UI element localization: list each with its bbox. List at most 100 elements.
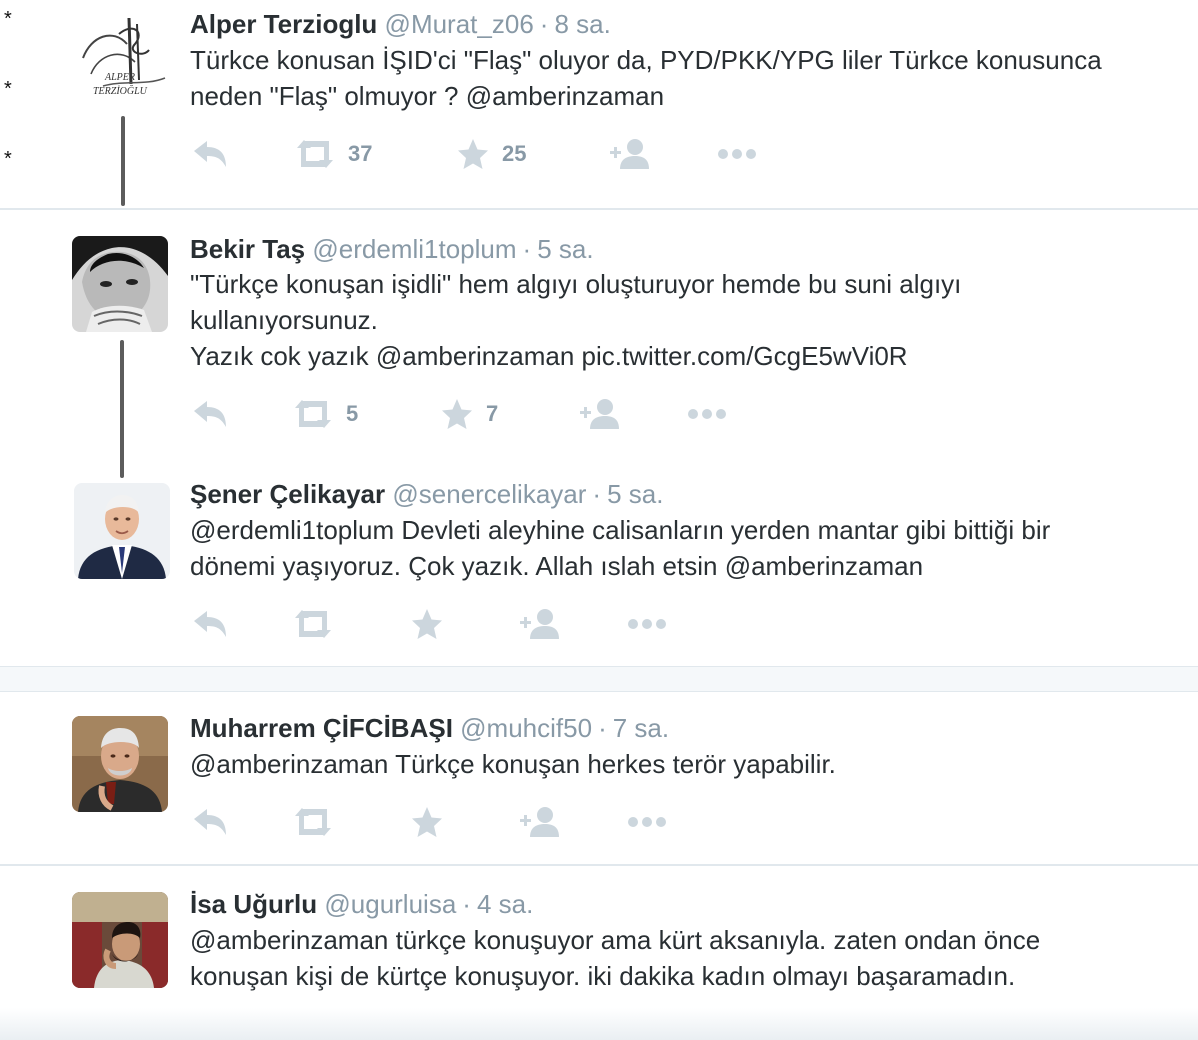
favorite-button[interactable]: 25 — [456, 134, 526, 174]
tweet-text: Türkce konusan İŞID'ci "Flaş" oluyor da,… — [190, 42, 1185, 114]
star-icon — [412, 609, 442, 639]
svg-text:ALPER: ALPER — [104, 72, 135, 83]
follow-button[interactable] — [608, 134, 650, 174]
more-button[interactable] — [686, 394, 728, 434]
retweet-count: 37 — [348, 141, 373, 166]
retweet-count: 5 — [346, 401, 359, 426]
follow-button[interactable] — [578, 394, 620, 434]
display-name[interactable]: Alper Terzioglu — [190, 9, 377, 39]
tweet-header: İsa Uğurlu @ugurluisa · 4 sa. — [190, 889, 534, 919]
retweet-button[interactable] — [292, 802, 346, 842]
tweet-header: Şener Çelikayar @senercelikayar · 5 sa. — [190, 479, 664, 509]
user-photo-avatar — [72, 716, 168, 812]
user-photo-avatar — [74, 483, 170, 579]
display-name[interactable]: İsa Uğurlu — [190, 889, 317, 919]
retweet-button[interactable]: 37 — [294, 134, 372, 174]
reply-button[interactable] — [190, 802, 230, 842]
star-icon — [442, 399, 472, 429]
display-name[interactable]: Şener Çelikayar — [190, 479, 385, 509]
user-photo-avatar — [72, 892, 168, 988]
timestamp[interactable]: 5 sa. — [537, 234, 593, 264]
retweet-button[interactable]: 5 — [292, 394, 358, 434]
follow-user-icon — [610, 139, 649, 169]
more-button[interactable] — [626, 604, 668, 644]
user-photo-avatar — [72, 236, 168, 332]
retweet-icon — [295, 808, 331, 836]
tweet-text-line: @erdemli1toplum Devleti aleyhine calisan… — [190, 515, 1051, 545]
timestamp[interactable]: 4 sa. — [477, 889, 533, 919]
margin-asterisk: * — [4, 148, 12, 170]
follow-user-icon — [520, 807, 559, 837]
favorite-button[interactable] — [410, 802, 456, 842]
margin-asterisk: * — [4, 8, 12, 30]
reply-icon — [194, 809, 226, 835]
follow-user-icon — [520, 609, 559, 639]
tweet-text-line: neden "Flaş" olmuyor ? @amberinzaman — [190, 81, 665, 111]
more-dots-icon — [628, 817, 666, 827]
reply-button[interactable] — [190, 394, 230, 434]
reply-icon — [194, 401, 226, 427]
more-button[interactable] — [626, 802, 668, 842]
tweet-text: "Türkçe konuşan işidli" hem algıyı oluşt… — [190, 266, 1185, 374]
tweet-separator — [0, 208, 1198, 210]
star-icon — [412, 807, 442, 837]
retweet-icon — [295, 400, 331, 428]
user-handle[interactable]: @senercelikayar — [392, 479, 586, 509]
reply-icon — [194, 611, 226, 637]
favorite-count: 7 — [486, 401, 499, 426]
avatar[interactable] — [74, 483, 170, 579]
bottom-fade — [0, 1008, 1198, 1040]
tweet-text: @erdemli1toplum Devleti aleyhine calisan… — [190, 512, 1185, 584]
tweet-text-line: "Türkçe konuşan işidli" hem algıyı oluşt… — [190, 269, 962, 299]
avatar[interactable] — [72, 716, 168, 812]
follow-user-icon — [580, 399, 619, 429]
more-dots-icon — [628, 619, 666, 629]
timestamp[interactable]: 5 sa. — [607, 479, 663, 509]
user-handle[interactable]: @Murat_z06 — [385, 9, 534, 39]
margin-asterisk: * — [4, 78, 12, 100]
retweet-icon — [295, 610, 331, 638]
thread-line — [120, 340, 124, 478]
calligraphy-logo-avatar: ALPER TERZİOĞLU — [73, 14, 169, 110]
timestamp[interactable]: 7 sa. — [613, 713, 669, 743]
thread-line — [121, 116, 125, 206]
tweet-header: Muharrem ÇİFCİBAŞI @muhcif50 · 7 sa. — [190, 713, 670, 743]
tweet-header: Alper Terzioglu @Murat_z06 · 8 sa. — [190, 9, 611, 39]
user-handle[interactable]: @erdemli1toplum — [312, 234, 516, 264]
tweet-text-line: konuşan kişi de kürtçe konuşuyor. iki da… — [190, 961, 1016, 991]
reply-button[interactable] — [190, 134, 230, 174]
tweet-text-line: kullanıyorsunuz. — [190, 305, 378, 335]
display-name[interactable]: Muharrem ÇİFCİBAŞI — [190, 713, 453, 743]
avatar[interactable] — [72, 892, 168, 988]
user-handle[interactable]: @muhcif50 — [460, 713, 592, 743]
more-dots-icon — [688, 409, 726, 419]
retweet-icon — [297, 140, 333, 168]
tweet-header: Bekir Taş @erdemli1toplum · 5 sa. — [190, 234, 594, 264]
reply-icon — [194, 141, 226, 167]
tweet-text-line: Türkce konusan İŞID'ci "Flaş" oluyor da,… — [190, 45, 1102, 75]
tweet-text-line: Yazık cok yazık @amberinzaman pic.twitte… — [190, 341, 908, 371]
tweet-text-line: @amberinzaman türkçe konuşuyor ama kürt … — [190, 925, 1041, 955]
more-dots-icon — [718, 149, 756, 159]
more-button[interactable] — [716, 134, 758, 174]
reply-button[interactable] — [190, 604, 230, 644]
follow-button[interactable] — [518, 802, 560, 842]
retweet-button[interactable] — [292, 604, 346, 644]
favorite-button[interactable] — [410, 604, 456, 644]
star-icon — [458, 139, 488, 169]
timestamp[interactable]: 8 sa. — [554, 9, 610, 39]
display-name[interactable]: Bekir Taş — [190, 234, 305, 264]
tweet-text: @amberinzaman Türkçe konuşan herkes terö… — [190, 746, 1185, 782]
favorite-button[interactable]: 7 — [440, 394, 498, 434]
tweet-separator — [0, 864, 1198, 866]
tweet-text-line: @amberinzaman Türkçe konuşan herkes terö… — [190, 749, 836, 779]
conversation-gap — [0, 666, 1198, 692]
svg-text:TERZİOĞLU: TERZİOĞLU — [93, 85, 148, 97]
avatar[interactable] — [72, 236, 168, 332]
user-handle[interactable]: @ugurluisa — [324, 889, 456, 919]
follow-button[interactable] — [518, 604, 560, 644]
favorite-count: 25 — [502, 141, 527, 166]
avatar[interactable]: ALPER TERZİOĞLU — [73, 14, 169, 110]
tweet-text-line: dönemi yaşıyoruz. Çok yazık. Allah ıslah… — [190, 551, 924, 581]
tweet-text: @amberinzaman türkçe konuşuyor ama kürt … — [190, 922, 1185, 994]
